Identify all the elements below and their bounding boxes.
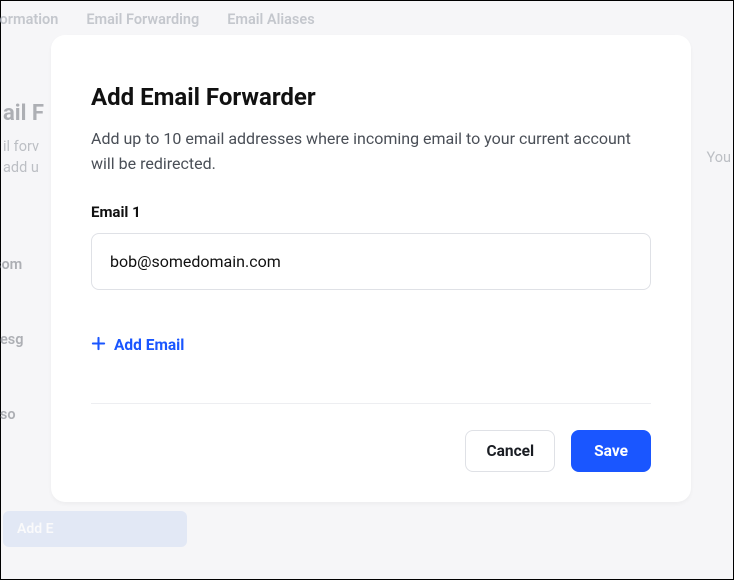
email-field-label: Email 1 <box>91 203 651 221</box>
add-email-button[interactable]: Add Email <box>91 336 184 355</box>
email-input-1[interactable] <box>91 233 651 290</box>
plus-icon <box>91 336 106 355</box>
modal-subtitle: Add up to 10 email addresses where incom… <box>91 127 651 177</box>
cancel-button[interactable]: Cancel <box>465 430 555 472</box>
save-button[interactable]: Save <box>571 430 651 472</box>
modal-actions: Cancel Save <box>91 430 651 472</box>
modal-title: Add Email Forwarder <box>91 83 651 111</box>
add-email-label: Add Email <box>114 336 184 354</box>
add-email-forwarder-modal: Add Email Forwarder Add up to 10 email a… <box>51 35 691 502</box>
modal-divider <box>91 403 651 404</box>
